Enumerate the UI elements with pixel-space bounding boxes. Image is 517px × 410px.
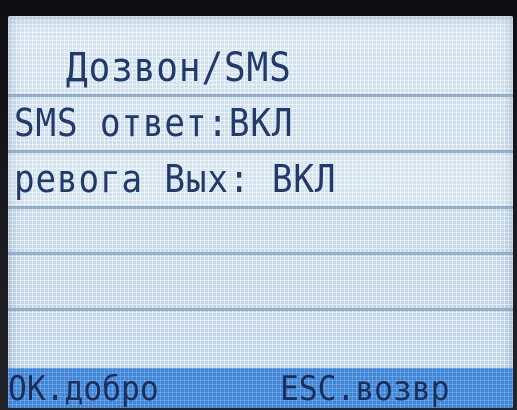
menu-item-label: ревога Вых: ВКЛ (14, 157, 337, 201)
menu-item-sms-reply[interactable]: SMS ответ:ВКЛ (8, 98, 513, 150)
row-divider (8, 206, 513, 209)
ok-softkey[interactable]: OK.добро (8, 368, 159, 408)
softkey-bar: OK.добро ESC.возвр (8, 368, 513, 408)
menu-item-label: SMS ответ:ВКЛ (14, 101, 294, 145)
device-bezel: Дозвон/SMS SMS ответ:ВКЛ ревога Вых: ВКЛ… (0, 0, 517, 410)
menu-item-empty[interactable] (8, 312, 513, 364)
row-divider (8, 150, 513, 153)
row-divider (8, 94, 513, 97)
menu-item-alarm-output[interactable]: ревога Вых: ВКЛ (8, 154, 513, 206)
esc-softkey[interactable]: ESC.возвр (280, 368, 449, 408)
row-divider (8, 252, 513, 255)
screen-title: Дозвон/SMS (66, 45, 292, 91)
lcd-screen: Дозвон/SMS SMS ответ:ВКЛ ревога Вых: ВКЛ… (8, 16, 513, 408)
menu-item-empty[interactable] (8, 256, 513, 308)
row-divider (8, 308, 513, 311)
